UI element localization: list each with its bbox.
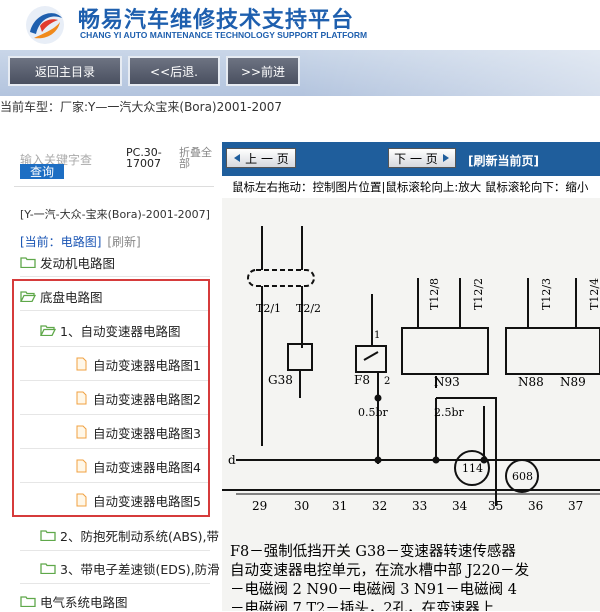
current-section: [当前：电路图] [刷新] [20,233,141,250]
tree-item-label: 发动机电路图 [40,255,116,271]
row-divider [20,276,210,277]
ground-label: 608 [512,470,533,483]
brand-subtitle: CHANG YI AUTO MAINTENANCE TECHNOLOGY SUP… [80,30,368,40]
component-label: G38 [268,373,293,387]
tree-item-electrical[interactable]: 电气系统电路图 [20,590,128,612]
wire-label: T12/8 [428,278,441,310]
ground-label: 114 [462,462,483,475]
row-divider [20,550,210,551]
next-page-label: 下 一 页 [394,151,438,166]
current-model: 当前车型：厂家:Y—一汽大众宝来(Bora)2001-2007 [0,98,600,115]
arrow-right-icon [442,154,449,162]
forward-button[interactable]: >>前进 [226,56,300,86]
collapse-all-link[interactable]: 折叠全部 [179,147,219,169]
folder-icon [40,530,56,541]
pin-label: 2 [384,376,390,387]
refresh-link[interactable]: [刷新] [107,235,140,249]
nav-bar-shade [300,50,600,96]
row-divider [20,583,210,584]
zoom-hint: 鼠标左右拖动：控制图片位置|鼠标滚轮向上:放大 鼠标滚轮向下：缩小 [222,176,600,198]
column-number: 37 [568,499,583,513]
prev-page-button[interactable]: 上 一 页 [226,148,296,168]
diagram-viewer: 上 一 页 下 一 页 [刷新当前页] 鼠标左右拖动：控制图片位置|鼠标滚轮向上… [222,142,600,611]
caption-line: F8－强制低挡开关 G38－变速器转速传感器 [230,544,516,560]
caption-line: 自动变速器电控单元，在流水槽中部 J220－发 [230,563,530,579]
nav-bar: 返回主目录 <<后退. >>前进 [0,50,600,96]
column-number: 36 [528,499,543,513]
folder-icon [20,596,36,607]
component-label: N88 [518,375,544,389]
header: 畅易汽车维修技术支持平台 CHANG YI AUTO MAINTENANCE T… [0,0,600,50]
home-button[interactable]: 返回主目录 [8,56,122,86]
column-number: 33 [412,499,427,513]
wire-label: T12/3 [540,278,553,310]
tree-item-eds[interactable]: 3、带电子差速锁(EDS),防滑 [40,557,220,579]
tree-item-label: 2、防抱死制动系统(ABS),带 [60,528,220,544]
column-number: 34 [452,499,468,513]
wire-label: T12/4 [588,278,600,310]
column-number: 31 [332,499,347,513]
bus-label: d [228,453,236,467]
logo-icon [26,6,64,44]
viewer-toolbar: 上 一 页 下 一 页 [刷新当前页] [222,142,600,176]
column-number: 30 [294,499,309,513]
pc-code: PC.30-17007 [126,146,162,170]
folder-icon [20,257,36,268]
component-label: N93 [434,375,460,389]
wire-label: T12/2 [472,278,485,310]
wire-label: T2/2 [296,302,321,315]
caption-line: －电磁阀 7 T2－插头，2孔，在变速器上 [230,601,495,611]
pin-label: 1 [374,330,380,341]
wire-color-label: 2.5br [434,406,465,419]
tree-item-abs[interactable]: 2、防抱死制动系统(ABS),带 [40,524,220,546]
current-value[interactable]: 电路图] [61,235,102,249]
caption-line: －电磁阀 2 N90－电磁阀 3 N91－电磁阀 4 [230,582,517,598]
column-number: 35 [488,499,503,513]
wiring-diagram[interactable]: T2/1 T2/2 T12/8 T12/2 T12/3 T12/4 G38 F8… [222,198,600,611]
breadcrumb: [Y-一汽-大众-宝来(Bora)-2001-2007] [20,208,210,221]
current-model-value: 厂家:Y—一汽大众宝来(Bora)2001-2007 [60,100,283,114]
refresh-page-link[interactable]: [刷新当前页] [468,152,539,169]
component-label: N89 [560,375,586,389]
sidebar: 输入关键字查 查询 PC.30-17007 折叠全部 [Y-一汽-大众-宝来(B… [0,142,222,611]
tree-item-label: 3、带电子差速锁(EDS),防滑 [60,561,220,577]
prev-page-label: 上 一 页 [245,151,289,166]
wire-label: T2/1 [256,302,281,315]
column-number: 32 [372,499,387,513]
back-button[interactable]: <<后退. [128,56,220,86]
query-button[interactable]: 查询 [20,164,64,179]
arrow-left-icon [234,154,241,162]
current-model-label: 当前车型： [0,100,61,114]
tree-item-engine[interactable]: 发动机电路图 [20,251,115,273]
current-label: [当前： [20,235,61,249]
component-label: F8 [354,373,370,387]
next-page-button[interactable]: 下 一 页 [388,148,456,168]
highlight-box [12,279,210,517]
wire-color-label: 0.5br [358,406,389,419]
folder-icon [40,563,56,574]
column-number: 29 [252,499,267,513]
tree-item-label: 电气系统电路图 [40,594,128,610]
sidebar-divider [14,186,214,187]
